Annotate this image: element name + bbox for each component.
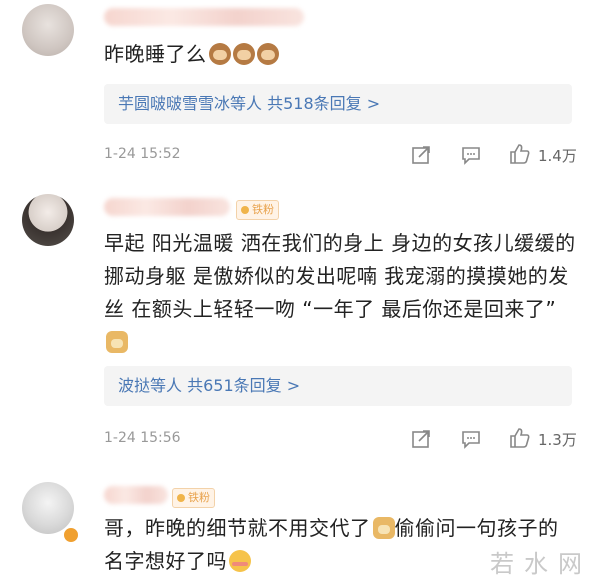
watermark: 若水网 — [490, 550, 592, 578]
reply-summary[interactable]: 芋圆啵啵雪雪冰等人 共518条回复 > — [104, 84, 572, 124]
avatar[interactable] — [22, 4, 74, 56]
comment-text-part1: 哥，昨晚的细节就不用交代了 — [104, 516, 371, 540]
like-count: 1.3万 — [538, 431, 577, 449]
doge-face-icon — [372, 517, 395, 539]
share-icon[interactable] — [410, 428, 432, 450]
comment-icon[interactable] — [460, 144, 482, 166]
comment-text: 早起 阳光温暖 洒在我们的身上 身边的女孩儿缓缓的挪动身躯 是傲娇似的发出呢喃 … — [104, 227, 576, 359]
fan-badge: 铁粉 — [236, 200, 279, 220]
share-icon[interactable] — [410, 144, 432, 166]
username-blurred[interactable] — [104, 198, 230, 216]
comment-text-content: 昨晚睡了么 — [104, 42, 207, 66]
comment-1: 昨晚睡了么 芋圆啵啵雪雪冰等人 共518条回复 > 1-24 15:52 1.4… — [0, 0, 600, 180]
avatar[interactable] — [22, 194, 74, 246]
comment-text-content: 早起 阳光温暖 洒在我们的身上 身边的女孩儿缓缓的挪动身躯 是傲娇似的发出呢喃 … — [104, 231, 576, 321]
comment-icon[interactable] — [460, 428, 482, 450]
timestamp: 1-24 15:52 — [104, 146, 181, 162]
badge-label: 铁粉 — [252, 203, 274, 216]
username-blurred[interactable] — [104, 8, 304, 26]
verified-badge-icon — [62, 526, 80, 544]
comment-2: 铁粉 早起 阳光温暖 洒在我们的身上 身边的女孩儿缓缓的挪动身躯 是傲娇似的发出… — [0, 180, 600, 476]
badge-label: 铁粉 — [188, 491, 210, 504]
like-count: 1.4万 — [538, 147, 577, 165]
monkey-face-icon — [232, 43, 255, 65]
thumbs-up-icon[interactable] — [508, 426, 532, 450]
blush-face-icon — [229, 550, 251, 572]
username-blurred[interactable] — [104, 486, 168, 504]
monkey-face-icon — [256, 43, 279, 65]
comment-text: 昨晚睡了么 — [104, 38, 576, 71]
thumbs-up-icon[interactable] — [508, 142, 532, 166]
fan-badge: 铁粉 — [172, 488, 215, 508]
crown-icon — [177, 494, 185, 502]
monkey-face-icon — [208, 43, 231, 65]
reply-summary[interactable]: 波挞等人 共651条回复 > — [104, 366, 572, 406]
doge-face-icon — [106, 331, 128, 353]
crown-icon — [241, 206, 249, 214]
timestamp: 1-24 15:56 — [104, 430, 181, 446]
